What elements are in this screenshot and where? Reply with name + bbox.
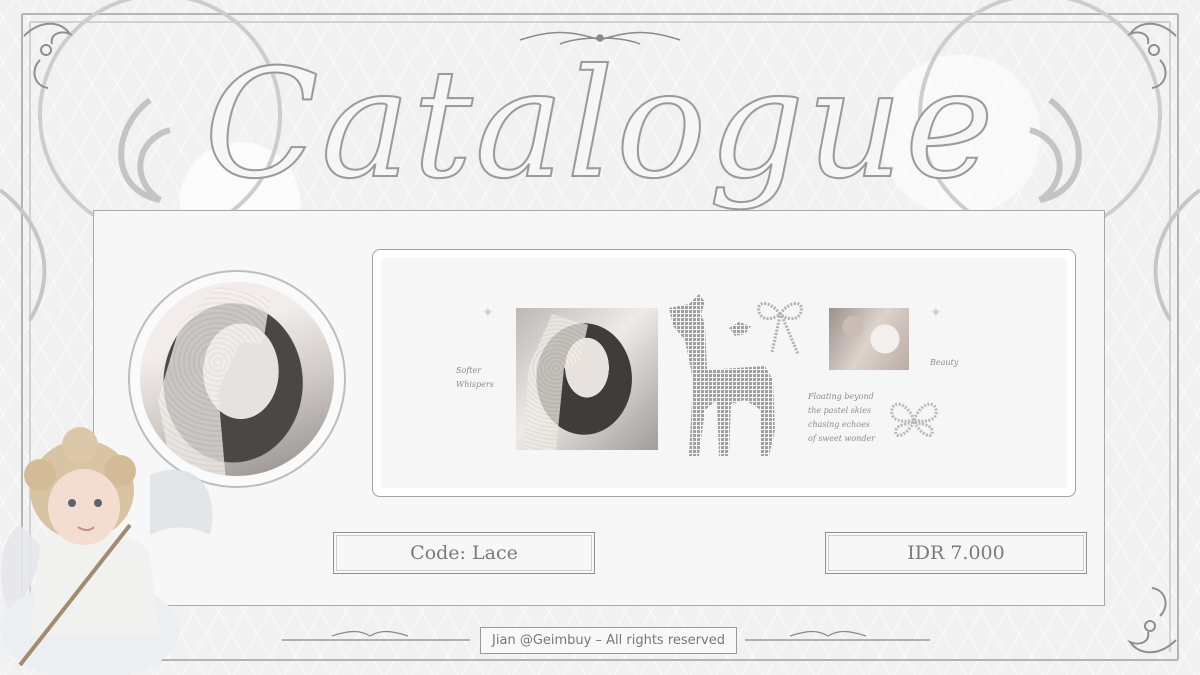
- gallery-photo: [516, 308, 658, 450]
- corner-flourish-bottom-right: [1127, 587, 1177, 654]
- product-code-label: Code: Lace: [333, 532, 595, 574]
- beauty-caption: Beauty: [930, 358, 959, 367]
- bow-icon: [757, 302, 803, 355]
- cherub-illustration: [0, 427, 213, 675]
- footer-flourish-left: [282, 630, 470, 641]
- poem-text: Floating beyond the pastel skies chasing…: [808, 392, 875, 443]
- lace-veil: [524, 314, 588, 450]
- sparkle-icon: ✦: [482, 305, 494, 321]
- butterfly-icon: [890, 402, 938, 438]
- teacup-photo: [829, 308, 909, 370]
- softer-whispers-caption: Softer Whispers: [456, 366, 494, 389]
- catalogue-title: Catalogue: [203, 37, 996, 213]
- sparkle-icon: ✦: [930, 305, 942, 321]
- footer-credit: Jian @Geimbuy – All rights reserved: [480, 627, 737, 654]
- price-label: IDR 7.000: [825, 532, 1087, 574]
- footer-flourish-right: [745, 630, 930, 641]
